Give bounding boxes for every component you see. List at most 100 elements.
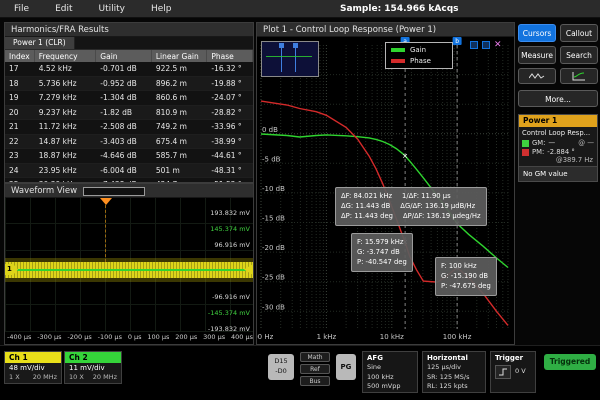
waveform-zoom-scrollbar[interactable] [83,187,145,196]
table-row-20[interactable]: 20 9.237 kHz -1.82 dB 810.9 m -28.82 ° [5,105,253,121]
plot-badge-icon-button[interactable] [560,68,598,84]
results-panel-title[interactable]: Harmonics/FRA Results [5,23,253,37]
table-cell: 424.7 m [152,178,208,182]
menu-help[interactable]: Help [151,4,172,14]
afg-title: AFG [367,354,383,362]
waveform-display[interactable]: 1 193.832 mV 145.374 mV 96.916 mV -96.916 m… [5,198,253,333]
pm-row: PM: -2.884 ° [519,147,597,156]
gm-frequency: @ — [578,139,594,147]
ch1-badge[interactable]: Ch 1 48 mV/div 1 X 20 MHz [4,351,62,384]
thumbnail-cursor-a-line [281,46,282,72]
table-cell: 501 m [155,165,180,175]
table-cell: -4.646 dB [100,151,137,161]
waveform-time-label: -100 μs [97,333,122,341]
menu-utility[interactable]: Utility [99,4,125,14]
table-row-19[interactable]: 19 7.279 kHz -1.304 dB 860.6 m -24.07 ° [5,91,253,106]
search-button[interactable]: Search [560,46,598,64]
ch2-trace[interactable] [5,269,253,271]
digital-channels-button[interactable]: D15 -D0 [268,354,294,380]
waveform-time-label: 0 μs [127,333,142,341]
svg-text:b: b [455,38,459,45]
trigger-badge[interactable]: Trigger 0 V [490,351,536,393]
plot-resize-icon[interactable] [482,41,490,49]
table-cell: 4.52 kHz [38,64,72,73]
gm-value: — [548,139,556,147]
table-row-17[interactable]: 17 4.52 kHz -0.701 dB 922.5 m -16.32 ° [5,62,253,77]
add-ref-button[interactable]: Ref [300,364,330,374]
menu-bar: File Edit Utility Help Sample: 154.966 k… [0,0,600,18]
ch2-label[interactable]: Ch 2 [65,352,121,363]
cursor-a-readout[interactable]: F: 15.979 kHz G: -3.747 dB P: -40.547 deg [351,233,413,272]
table-cell: 24 [9,165,19,175]
pattern-generator-button[interactable]: PG [336,354,356,380]
table-row-18[interactable]: 18 5.736 kHz -0.952 dB 896.2 m -19.88 ° [5,76,253,92]
waveform-voltage-label: -145.374 mV [207,309,250,317]
table-cell: -48.31 ° [211,165,242,175]
table-cell: -0.701 dB [100,64,137,73]
info-line: SR: 125 MS/s [427,372,470,381]
table-row-23[interactable]: 23 18.87 kHz -4.646 dB 585.7 m -44.61 ° [5,149,253,164]
menu-file[interactable]: File [14,4,29,14]
results-tab-power1[interactable]: Power 1 (CLR) [5,37,75,49]
table-cell: -38.99 ° [211,136,242,146]
horizontal-badge[interactable]: Horizontal 125 μs/div SR: 125 MS/s RL: 125… [422,351,486,393]
gm-notice: No GM value [519,166,597,181]
results-table-body[interactable]: 17 4.52 kHz -0.701 dB 922.5 m -16.32 ° 18 5.73… [5,62,253,182]
callout-button[interactable]: Callout [560,24,598,42]
thumbnail-gain-trace [266,56,312,57]
svg-text:10 kHz: 10 kHz [380,333,404,341]
thumbnail-cursor-a-handle[interactable] [279,43,284,48]
add-bus-button[interactable]: Bus [300,376,330,386]
ch1-label[interactable]: Ch 1 [5,352,61,363]
pm-value: -2.884 ° [547,148,575,156]
control-loop-plot-panel: Plot 1 - Control Loop Response (Power 1)… [256,22,515,345]
legend-item-phase: Phase [391,57,447,65]
plot-panel-title[interactable]: Plot 1 - Control Loop Response (Power 1) [257,23,514,37]
ch1-bandwidth: 20 MHz [32,373,57,381]
gm-row: GM: — @ — [519,138,597,147]
trigger-position-icon[interactable] [100,198,112,205]
power1-measurement-badge[interactable]: Power 1 Control Loop Resp... GM: — @ — P… [518,114,598,182]
trigger-slope-icon [495,365,511,380]
ch1-probe: 1 X [9,373,20,381]
waveform-time-label: 400 μs [230,333,253,341]
table-cell: 749.2 m [155,122,187,132]
ch2-badge[interactable]: Ch 2 11 mV/div 10 X 20 MHz [64,351,122,384]
waveform-time-label: -200 μs [67,333,92,341]
cursors-button[interactable]: Cursors [518,24,556,42]
pm-frequency: @389.7 Hz [555,156,593,164]
table-row-22[interactable]: 22 14.87 kHz -3.403 dB 675.4 m -38.99 ° [5,134,253,150]
plot-overview-thumbnail[interactable] [261,41,319,77]
table-row-25[interactable]: 2530.39 kHz-7.438 dB424.7 m-51.52 ° [5,178,253,182]
more-button[interactable]: More... [518,90,598,107]
trigger-title: Trigger [495,354,524,362]
table-row-21[interactable]: 21 11.72 kHz -2.508 dB 749.2 m -33.96 ° [5,120,253,135]
bode-plot-area[interactable]: 0 dB -5 dB -10 dB -15 dB -20 dB -25 dB -30 dB 1… [257,37,514,344]
cursor-b-readout[interactable]: F: 100 kHz G: -15.190 dB P: -47.675 deg [435,257,497,296]
add-math-button[interactable]: Math [300,352,330,362]
thumbnail-cursor-b-line [295,46,296,72]
waveform-badge-icon-button[interactable] [518,68,556,84]
pm-color-chip [522,148,529,156]
measure-button[interactable]: Measure [518,46,556,64]
thumbnail-cursor-b-handle[interactable] [293,43,298,48]
plot-close-icon[interactable]: ✕ [494,40,502,50]
table-cell: 896.2 m [155,78,187,88]
afg-badge[interactable]: AFG Sine 100 kHz 500 mVpp [362,351,418,393]
power1-badge-title[interactable]: Power 1 [519,115,597,127]
table-row-24[interactable]: 24 23.95 kHz -6.004 dB 501 m -48.31 ° [5,163,253,179]
results-tab-row: Power 1 (CLR) [5,37,253,50]
legend-item-gain: Gain [391,46,447,54]
svg-text:-30 dB: -30 dB [262,303,285,311]
plot-tool-icon[interactable] [470,41,478,49]
horizontal-settings: 125 μs/div SR: 125 MS/s RL: 125 kpts [427,363,481,391]
table-cell: -6.004 dB [100,165,137,175]
menu-edit[interactable]: Edit [55,4,72,14]
table-cell: 20 [9,107,19,117]
cursor-delta-readout[interactable]: ΔF: 84.021 kHz 1/ΔF: 11.90 μs ΔG: 11.443 d… [335,187,487,226]
bottom-settings-bar: Ch 1 48 mV/div 1 X 20 MHz Ch 2 11 mV/div… [0,345,600,400]
table-cell: 23.95 kHz [38,165,77,175]
trigger-status-badge: Triggered [544,354,596,370]
table-cell: 675.4 m [155,136,187,146]
plot-legend[interactable]: Gain Phase [385,42,453,69]
